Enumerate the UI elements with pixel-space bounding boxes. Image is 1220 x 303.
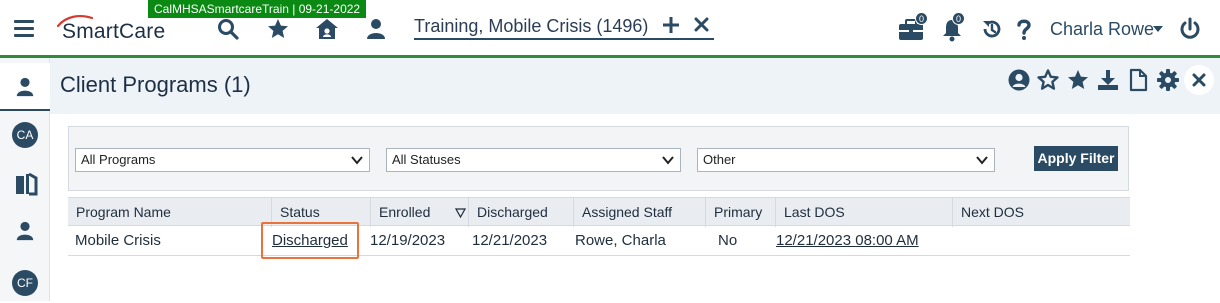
column-header-next-dos[interactable]: Next DOS: [953, 198, 1130, 227]
close-tab-icon[interactable]: [694, 17, 709, 32]
status-link[interactable]: Discharged: [272, 226, 348, 255]
star-icon[interactable]: [266, 17, 290, 41]
column-header-last-dos[interactable]: Last DOS: [776, 198, 953, 227]
chevron-down-icon[interactable]: [1153, 26, 1163, 32]
ca-badge: CA: [12, 122, 38, 148]
other-filter-select[interactable]: Other: [697, 148, 995, 172]
cell-discharged: 12/21/2023: [472, 232, 548, 249]
table-row: Mobile Crisis Discharged 12/19/2023 12/2…: [68, 222, 1130, 259]
help-icon[interactable]: [1012, 17, 1036, 41]
menu-icon[interactable]: [14, 20, 36, 38]
client-tab-label: Training, Mobile Crisis (1496): [414, 16, 649, 36]
left-nav: CA CF: [0, 58, 50, 301]
nav-item-ca[interactable]: CA: [0, 111, 50, 159]
star-outline-icon[interactable]: [1036, 68, 1060, 92]
apply-filter-button[interactable]: Apply Filter: [1034, 146, 1118, 171]
top-bar: CalMHSASmartcareTrain | 09-21-2022 Smart…: [0, 0, 1220, 58]
status-filter-value: All Statuses: [392, 152, 461, 167]
environment-badge: CalMHSASmartcareTrain | 09-21-2022: [148, 0, 367, 18]
sort-descending-icon[interactable]: [455, 208, 466, 218]
briefcase-count-badge: 0: [915, 12, 928, 25]
program-filter-select[interactable]: All Programs: [75, 148, 370, 172]
column-header-assigned-staff[interactable]: Assigned Staff: [574, 198, 706, 227]
document-icon[interactable]: [1126, 68, 1150, 92]
close-icon: [1192, 73, 1206, 87]
nav-client-profile[interactable]: [0, 63, 50, 111]
gear-icon[interactable]: [1156, 68, 1180, 92]
bell-count-badge: 0: [952, 12, 965, 25]
main-content: All Programs All Statuses Other Apply Fi…: [56, 114, 1220, 301]
column-header-primary[interactable]: Primary: [706, 198, 776, 227]
home-icon[interactable]: [315, 17, 339, 41]
column-header-discharged[interactable]: Discharged: [469, 198, 574, 227]
close-page-button[interactable]: [1184, 65, 1214, 95]
download-icon[interactable]: [1096, 68, 1120, 92]
user-menu[interactable]: Charla Rowe: [1050, 19, 1154, 40]
nav-discharge[interactable]: [0, 159, 50, 207]
chevron-down-icon: [351, 156, 363, 165]
cell-program-name: Mobile Crisis: [75, 232, 161, 249]
cell-enrolled: 12/19/2023: [370, 232, 446, 249]
person-icon: [16, 221, 34, 241]
cell-assigned-staff: Rowe, Charla: [575, 232, 666, 249]
star-filled-icon[interactable]: [1066, 68, 1090, 92]
history-icon[interactable]: [980, 17, 1004, 41]
column-header-enrolled[interactable]: Enrolled: [371, 198, 469, 227]
user-circle-icon[interactable]: [1007, 68, 1031, 92]
column-header-program-name[interactable]: Program Name: [68, 198, 272, 227]
client-tab[interactable]: Training, Mobile Crisis (1496): [414, 14, 714, 40]
page-header: Client Programs (1): [50, 58, 1220, 114]
app-name: SmartCare: [62, 20, 166, 43]
door-exit-icon: [16, 172, 38, 196]
page-title: Client Programs (1): [60, 72, 251, 97]
nav-person[interactable]: [0, 207, 50, 255]
filter-panel: All Programs All Statuses Other Apply Fi…: [68, 126, 1129, 191]
bell-icon[interactable]: 0: [941, 12, 971, 43]
programs-table: Program Name Status Enrolled Discharged …: [68, 197, 1130, 259]
search-icon[interactable]: [216, 17, 240, 41]
chevron-down-icon: [662, 156, 674, 165]
nav-item-cf[interactable]: CF: [0, 255, 50, 303]
other-filter-value: Other: [703, 152, 736, 167]
add-icon[interactable]: [662, 16, 680, 34]
cell-primary: No: [718, 232, 738, 249]
status-filter-select[interactable]: All Statuses: [386, 148, 681, 172]
power-icon[interactable]: [1178, 17, 1202, 41]
column-header-enrolled-label: Enrolled: [379, 204, 431, 220]
person-icon: [16, 77, 34, 97]
cf-badge: CF: [12, 270, 38, 296]
last-dos-link[interactable]: 12/21/2023 08:00 AM: [776, 226, 919, 255]
chevron-down-icon: [976, 156, 988, 165]
program-filter-value: All Programs: [81, 152, 156, 167]
table-header: Program Name Status Enrolled Discharged …: [68, 197, 1130, 227]
briefcase-icon[interactable]: 0: [898, 12, 928, 43]
client-icon[interactable]: [364, 17, 388, 41]
